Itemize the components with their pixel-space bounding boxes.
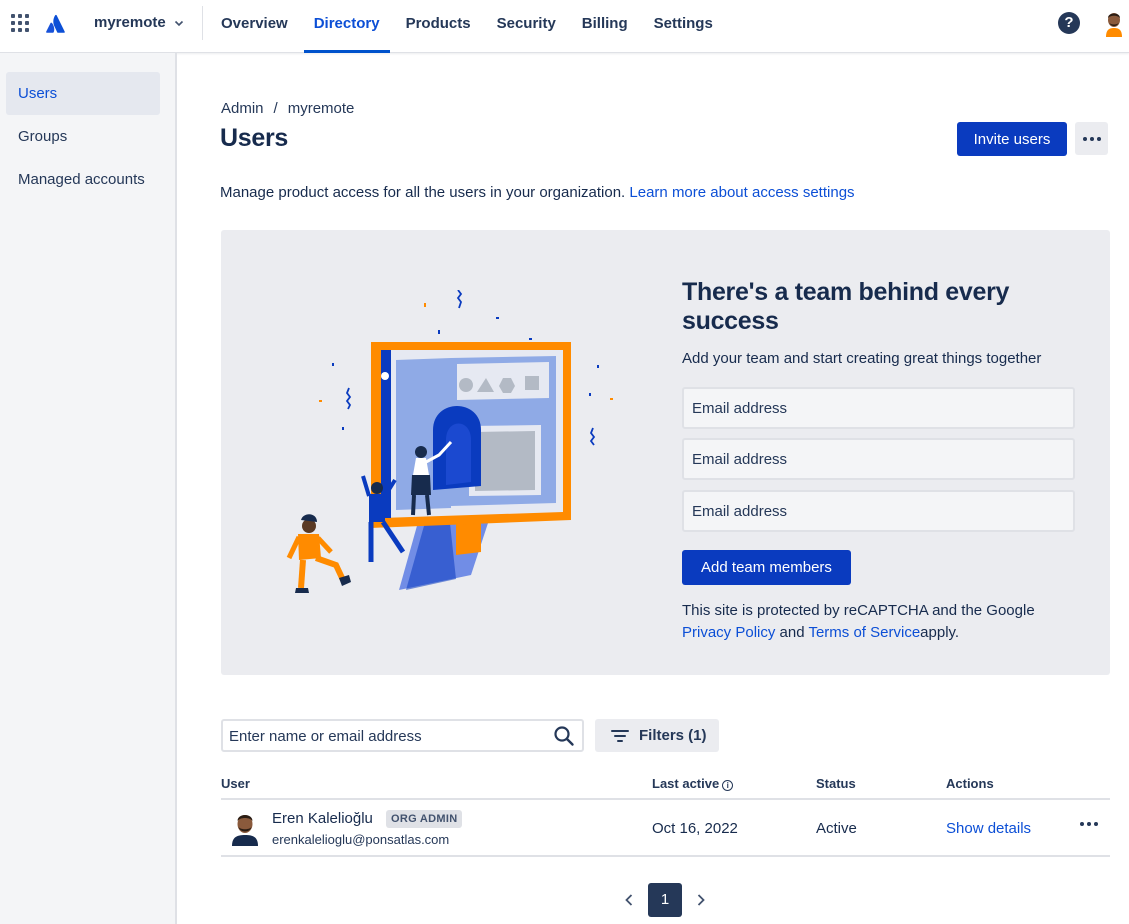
- promo-subtitle: Add your team and start creating great t…: [682, 350, 1042, 367]
- more-icon-dot: [1096, 136, 1101, 141]
- invite-team-panel: There's a team behind every success Add …: [221, 230, 1110, 675]
- user-email: erenkalelioglu@ponsatlas.com: [272, 832, 450, 847]
- breadcrumb-admin[interactable]: Admin: [221, 100, 264, 117]
- tab-directory[interactable]: Directory: [301, 0, 393, 53]
- user-avatar: [232, 815, 258, 846]
- more-icon-dot: [1089, 136, 1094, 141]
- org-name: myremote: [94, 14, 166, 31]
- terms-of-service-link[interactable]: Terms of Service: [808, 624, 920, 641]
- table-header-divider: [221, 798, 1110, 800]
- row-more-dot: [1087, 822, 1091, 826]
- last-active-label: Last active: [652, 776, 720, 791]
- filters-button[interactable]: Filters (1): [595, 719, 719, 752]
- app-switcher-icon[interactable]: [10, 13, 30, 33]
- sidebar-item-users[interactable]: Users: [6, 72, 160, 115]
- more-options-button[interactable]: [1075, 122, 1108, 155]
- last-active-value: Oct 16, 2022: [652, 820, 738, 837]
- table-row-divider: [221, 855, 1110, 857]
- page-description: Manage product access for all the users …: [220, 184, 855, 201]
- tab-settings[interactable]: Settings: [641, 0, 726, 53]
- team-illustration: [286, 290, 613, 593]
- column-header-user: User: [221, 776, 250, 791]
- privacy-policy-link[interactable]: Privacy Policy: [682, 624, 775, 641]
- column-header-status: Status: [816, 776, 856, 791]
- access-settings-link[interactable]: Learn more about access settings: [629, 184, 854, 201]
- breadcrumb-org[interactable]: myremote: [288, 100, 355, 117]
- atlassian-logo-icon[interactable]: [46, 12, 66, 34]
- nav-tabs: Overview Directory Products Security Bil…: [208, 0, 726, 53]
- recaptcha-notice: This site is protected by reCAPTCHA and …: [682, 600, 1082, 644]
- recaptcha-and-text: and: [779, 624, 805, 641]
- org-switcher[interactable]: myremote: [94, 14, 184, 31]
- search-icon[interactable]: [553, 725, 575, 747]
- filter-icon: [611, 729, 629, 742]
- chevron-right-icon[interactable]: [694, 892, 708, 908]
- promo-title: There's a team behind every success: [682, 278, 1010, 335]
- chevron-left-icon[interactable]: [622, 892, 636, 908]
- show-details-cell: Show details: [946, 820, 1031, 837]
- recaptcha-apply-text: apply.: [920, 624, 960, 641]
- filters-label: Filters (1): [639, 727, 707, 744]
- sidebar-item-managed-accounts[interactable]: Managed accounts: [6, 158, 160, 201]
- invite-users-button[interactable]: Invite users: [957, 122, 1067, 156]
- row-more-dot: [1080, 822, 1084, 826]
- tab-billing[interactable]: Billing: [569, 0, 641, 53]
- user-search: [221, 719, 584, 752]
- sidebar: Users Groups Managed accounts: [0, 53, 177, 924]
- email-field-2[interactable]: [682, 438, 1075, 480]
- breadcrumb-separator: /: [273, 100, 278, 117]
- column-header-last-active: Last active i: [652, 776, 734, 791]
- org-admin-badge: ORG ADMIN: [386, 810, 463, 828]
- breadcrumb: Admin / myremote: [221, 100, 354, 117]
- description-text: Manage product access for all the users …: [220, 184, 626, 201]
- chevron-down-icon: [174, 20, 183, 26]
- user-name: Eren Kalelioğlu: [272, 810, 373, 827]
- sidebar-item-groups[interactable]: Groups: [6, 115, 160, 158]
- tab-security[interactable]: Security: [484, 0, 569, 53]
- tab-products[interactable]: Products: [393, 0, 484, 53]
- add-team-members-button[interactable]: Add team members: [682, 550, 851, 585]
- email-field-3[interactable]: [682, 490, 1075, 532]
- more-icon: [1082, 136, 1087, 141]
- profile-avatar[interactable]: [1102, 9, 1126, 37]
- status-value: Active: [816, 820, 857, 837]
- row-more-dot: [1094, 822, 1098, 826]
- top-navigation: myremote Overview Directory Products Sec…: [0, 0, 1129, 53]
- column-header-actions: Actions: [946, 776, 994, 791]
- nav-divider: [202, 6, 203, 40]
- help-icon[interactable]: ?: [1058, 12, 1080, 34]
- page-title: Users: [220, 124, 288, 152]
- email-field-1[interactable]: [682, 387, 1075, 429]
- row-more-icon[interactable]: [1080, 822, 1098, 826]
- show-details-link[interactable]: Show details: [946, 820, 1031, 837]
- search-input[interactable]: [229, 726, 539, 746]
- info-icon[interactable]: i: [722, 780, 734, 791]
- recaptcha-text: This site is protected by reCAPTCHA and …: [682, 602, 1035, 619]
- tab-overview[interactable]: Overview: [208, 0, 301, 53]
- page-number-current[interactable]: 1: [648, 883, 682, 917]
